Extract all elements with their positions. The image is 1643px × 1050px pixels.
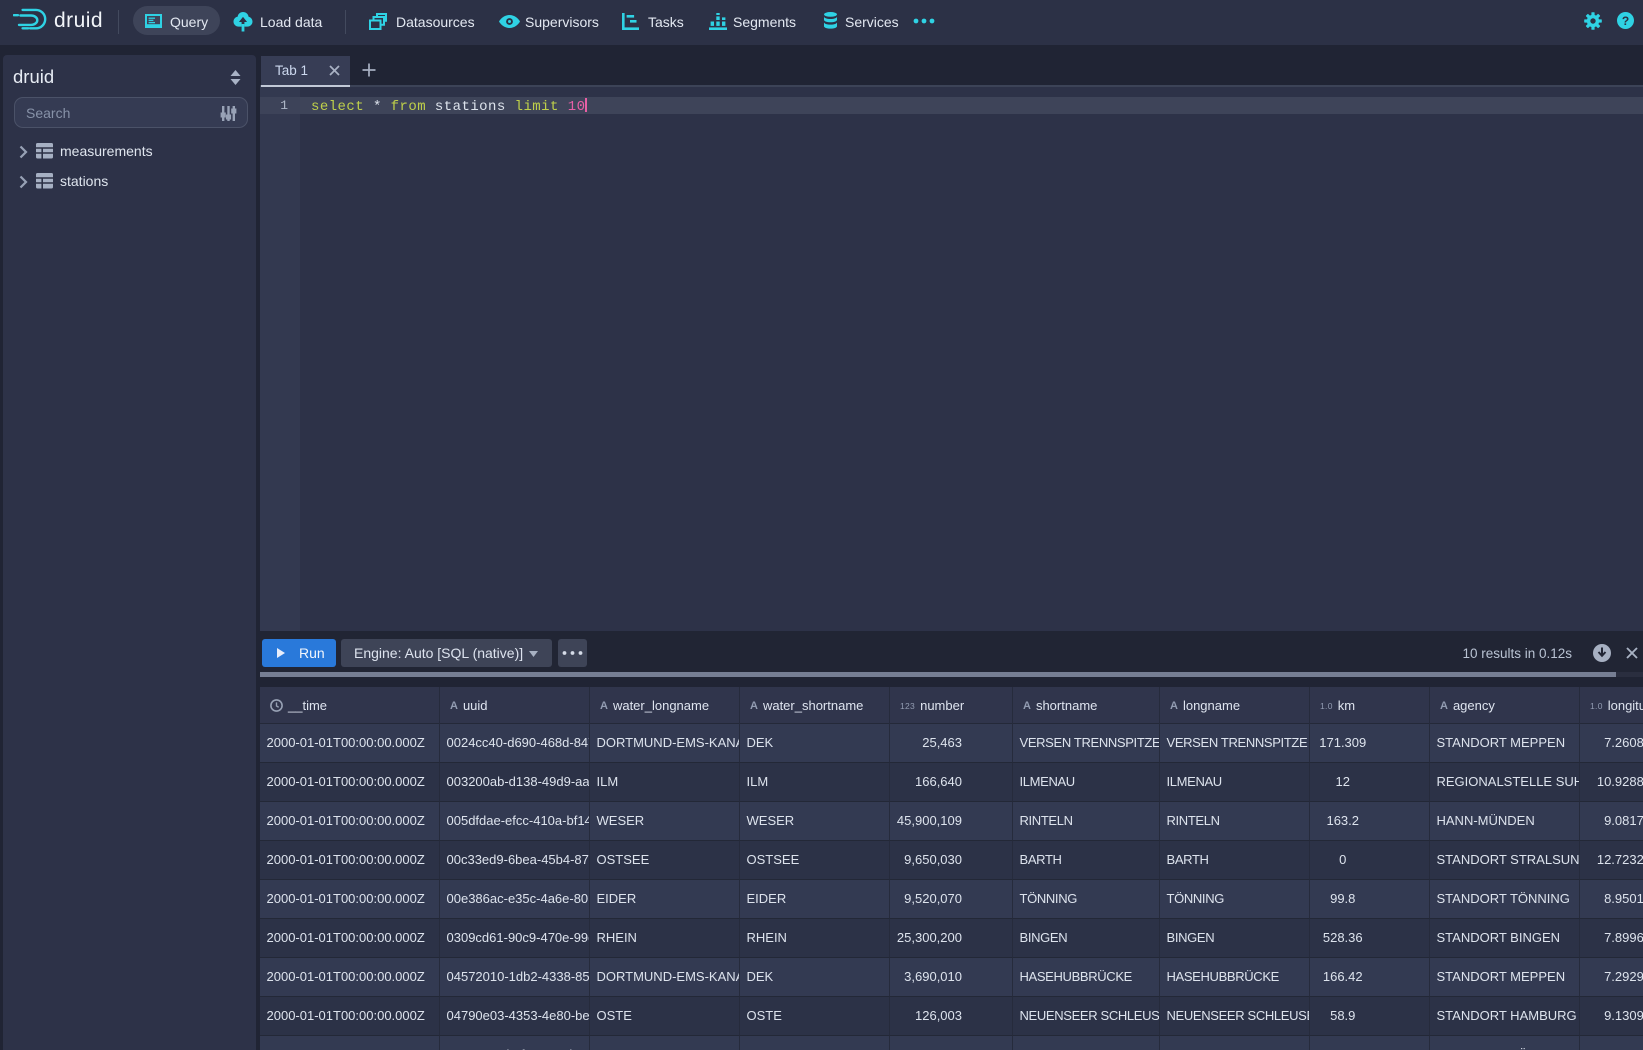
svg-text:?: ? [1621,14,1628,28]
